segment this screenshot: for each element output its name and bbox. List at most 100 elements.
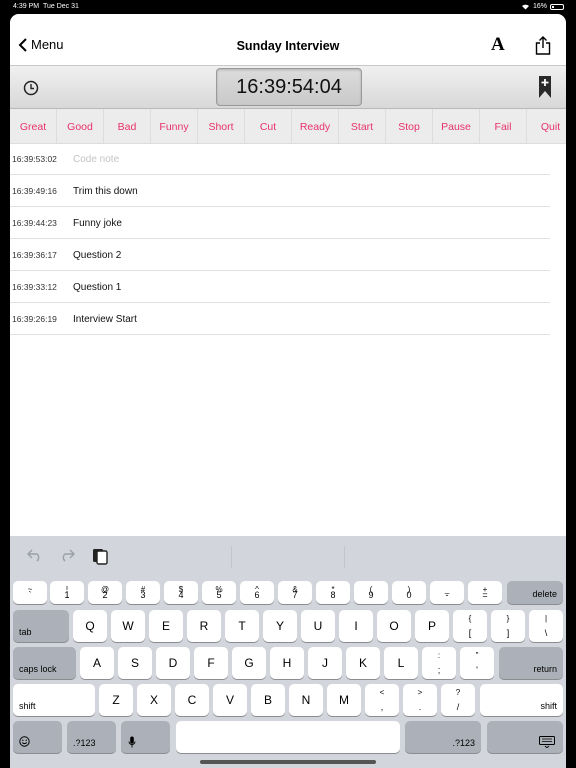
- key-label: K: [358, 656, 367, 670]
- key-o[interactable]: O: [377, 610, 411, 642]
- key-z[interactable]: Z: [99, 684, 133, 716]
- key-p[interactable]: P: [415, 610, 449, 642]
- key-label: T: [238, 619, 246, 633]
- numbers-key-right[interactable]: .?123: [405, 721, 481, 753]
- note-input[interactable]: Code note: [73, 154, 119, 165]
- key-punct-1[interactable]: " ': [460, 647, 494, 679]
- key-label: J: [322, 656, 328, 670]
- dictation-key[interactable]: [121, 721, 170, 753]
- key-2[interactable]: @2: [88, 581, 122, 604]
- key-6[interactable]: ^ 6: [240, 581, 274, 604]
- tag-stop-button[interactable]: Stop: [386, 109, 433, 143]
- list-item[interactable]: 16:39:26:19 Interview Start: [10, 303, 566, 335]
- key-r[interactable]: R: [187, 610, 221, 642]
- list-item[interactable]: 16:39:53:02 Code note: [10, 143, 566, 175]
- note-text[interactable]: Question 2: [73, 250, 121, 261]
- note-text[interactable]: Question 1: [73, 282, 121, 293]
- tag-pause-button[interactable]: Pause: [433, 109, 480, 143]
- key-n[interactable]: N: [289, 684, 323, 716]
- note-text[interactable]: Trim this down: [73, 186, 138, 197]
- key-q[interactable]: Q: [73, 610, 107, 642]
- key-k[interactable]: K: [346, 647, 380, 679]
- key-f[interactable]: F: [194, 647, 228, 679]
- key-w[interactable]: W: [111, 610, 145, 642]
- key-m[interactable]: M: [327, 684, 361, 716]
- list-item[interactable]: 16:39:44:23 Funny joke: [10, 207, 566, 239]
- key-bracket-1[interactable]: }]: [491, 610, 525, 642]
- list-item[interactable]: 16:39:33:12 Question 1: [10, 271, 566, 303]
- key-1[interactable]: ! 1: [50, 581, 84, 604]
- tag-funny-button[interactable]: Funny: [151, 109, 198, 143]
- key-b[interactable]: B: [251, 684, 285, 716]
- tag-ready-button[interactable]: Ready: [292, 109, 339, 143]
- caps-lock-key[interactable]: caps lock: [13, 647, 76, 679]
- key-punct-0[interactable]: :;: [422, 647, 456, 679]
- note-text[interactable]: Funny joke: [73, 218, 122, 229]
- tag-quit-button[interactable]: Quit: [527, 109, 566, 143]
- key-punct2-2[interactable]: ? /: [441, 684, 475, 716]
- key-3[interactable]: #3: [126, 581, 160, 604]
- key-a[interactable]: A: [80, 647, 114, 679]
- tag-good-button[interactable]: Good: [57, 109, 104, 143]
- tag-great-button[interactable]: Great: [10, 109, 57, 143]
- key-label: N: [301, 693, 311, 707]
- numbers-key-left[interactable]: .?123: [67, 721, 116, 753]
- key-7[interactable]: & 7: [278, 581, 312, 604]
- key--[interactable]: _ -: [430, 581, 464, 604]
- key-y[interactable]: Y: [263, 610, 297, 642]
- dismiss-keyboard-key[interactable]: [487, 721, 563, 753]
- key-symbol: ,: [380, 702, 384, 712]
- key-label: L: [397, 656, 405, 670]
- key-4[interactable]: $4: [164, 581, 198, 604]
- key-8[interactable]: * 8: [316, 581, 350, 604]
- share-button[interactable]: [535, 36, 551, 60]
- key-`[interactable]: ~ `: [13, 581, 47, 604]
- list-item[interactable]: 16:39:49:16 Trim this down: [10, 175, 566, 207]
- right-shift-key[interactable]: shift: [480, 684, 563, 716]
- key-v[interactable]: V: [213, 684, 247, 716]
- key-h[interactable]: H: [270, 647, 304, 679]
- key-j[interactable]: J: [308, 647, 342, 679]
- key-punct2-1[interactable]: >.: [403, 684, 437, 716]
- tab-key[interactable]: tab: [13, 610, 69, 642]
- key-symbol: ]: [506, 628, 510, 638]
- tag-short-button[interactable]: Short: [198, 109, 245, 143]
- return-key[interactable]: return: [499, 647, 563, 679]
- left-shift-key[interactable]: shift: [13, 684, 95, 716]
- add-bookmark-icon[interactable]: [538, 75, 552, 104]
- key-e[interactable]: E: [149, 610, 183, 642]
- redo-icon[interactable]: [59, 548, 75, 562]
- key-9[interactable]: (9: [354, 581, 388, 604]
- clock-icon[interactable]: [23, 80, 39, 101]
- tag-fail-button[interactable]: Fail: [480, 109, 527, 143]
- key-punct2-0[interactable]: <,: [365, 684, 399, 716]
- key-c[interactable]: C: [175, 684, 209, 716]
- paste-icon[interactable]: [92, 546, 108, 565]
- key-g[interactable]: G: [232, 647, 266, 679]
- font-icon[interactable]: A: [491, 34, 505, 56]
- tag-cut-button[interactable]: Cut: [245, 109, 292, 143]
- key-u[interactable]: U: [301, 610, 335, 642]
- emoji-key[interactable]: [13, 721, 62, 753]
- key-t[interactable]: T: [225, 610, 259, 642]
- space-key[interactable]: [176, 721, 400, 753]
- status-bar: 4:39 PM Tue Dec 31 16%: [0, 0, 576, 14]
- key-s[interactable]: S: [118, 647, 152, 679]
- note-text[interactable]: Interview Start: [73, 314, 137, 325]
- key-label: F: [207, 656, 215, 670]
- key-bracket-2[interactable]: | \: [529, 610, 563, 642]
- tag-bad-button[interactable]: Bad: [104, 109, 151, 143]
- key-i[interactable]: I: [339, 610, 373, 642]
- timecode-display[interactable]: 16:39:54:04: [216, 68, 362, 106]
- key-l[interactable]: L: [384, 647, 418, 679]
- key-d[interactable]: D: [156, 647, 190, 679]
- delete-key[interactable]: delete: [507, 581, 563, 604]
- key-0[interactable]: ) 0: [392, 581, 426, 604]
- undo-icon[interactable]: [27, 548, 43, 562]
- tag-start-button[interactable]: Start: [339, 109, 386, 143]
- list-item[interactable]: 16:39:36:17 Question 2: [10, 239, 566, 271]
- key-5[interactable]: % 5: [202, 581, 236, 604]
- key-bracket-0[interactable]: {[: [453, 610, 487, 642]
- key-x[interactable]: X: [137, 684, 171, 716]
- key-=[interactable]: + =: [468, 581, 502, 604]
